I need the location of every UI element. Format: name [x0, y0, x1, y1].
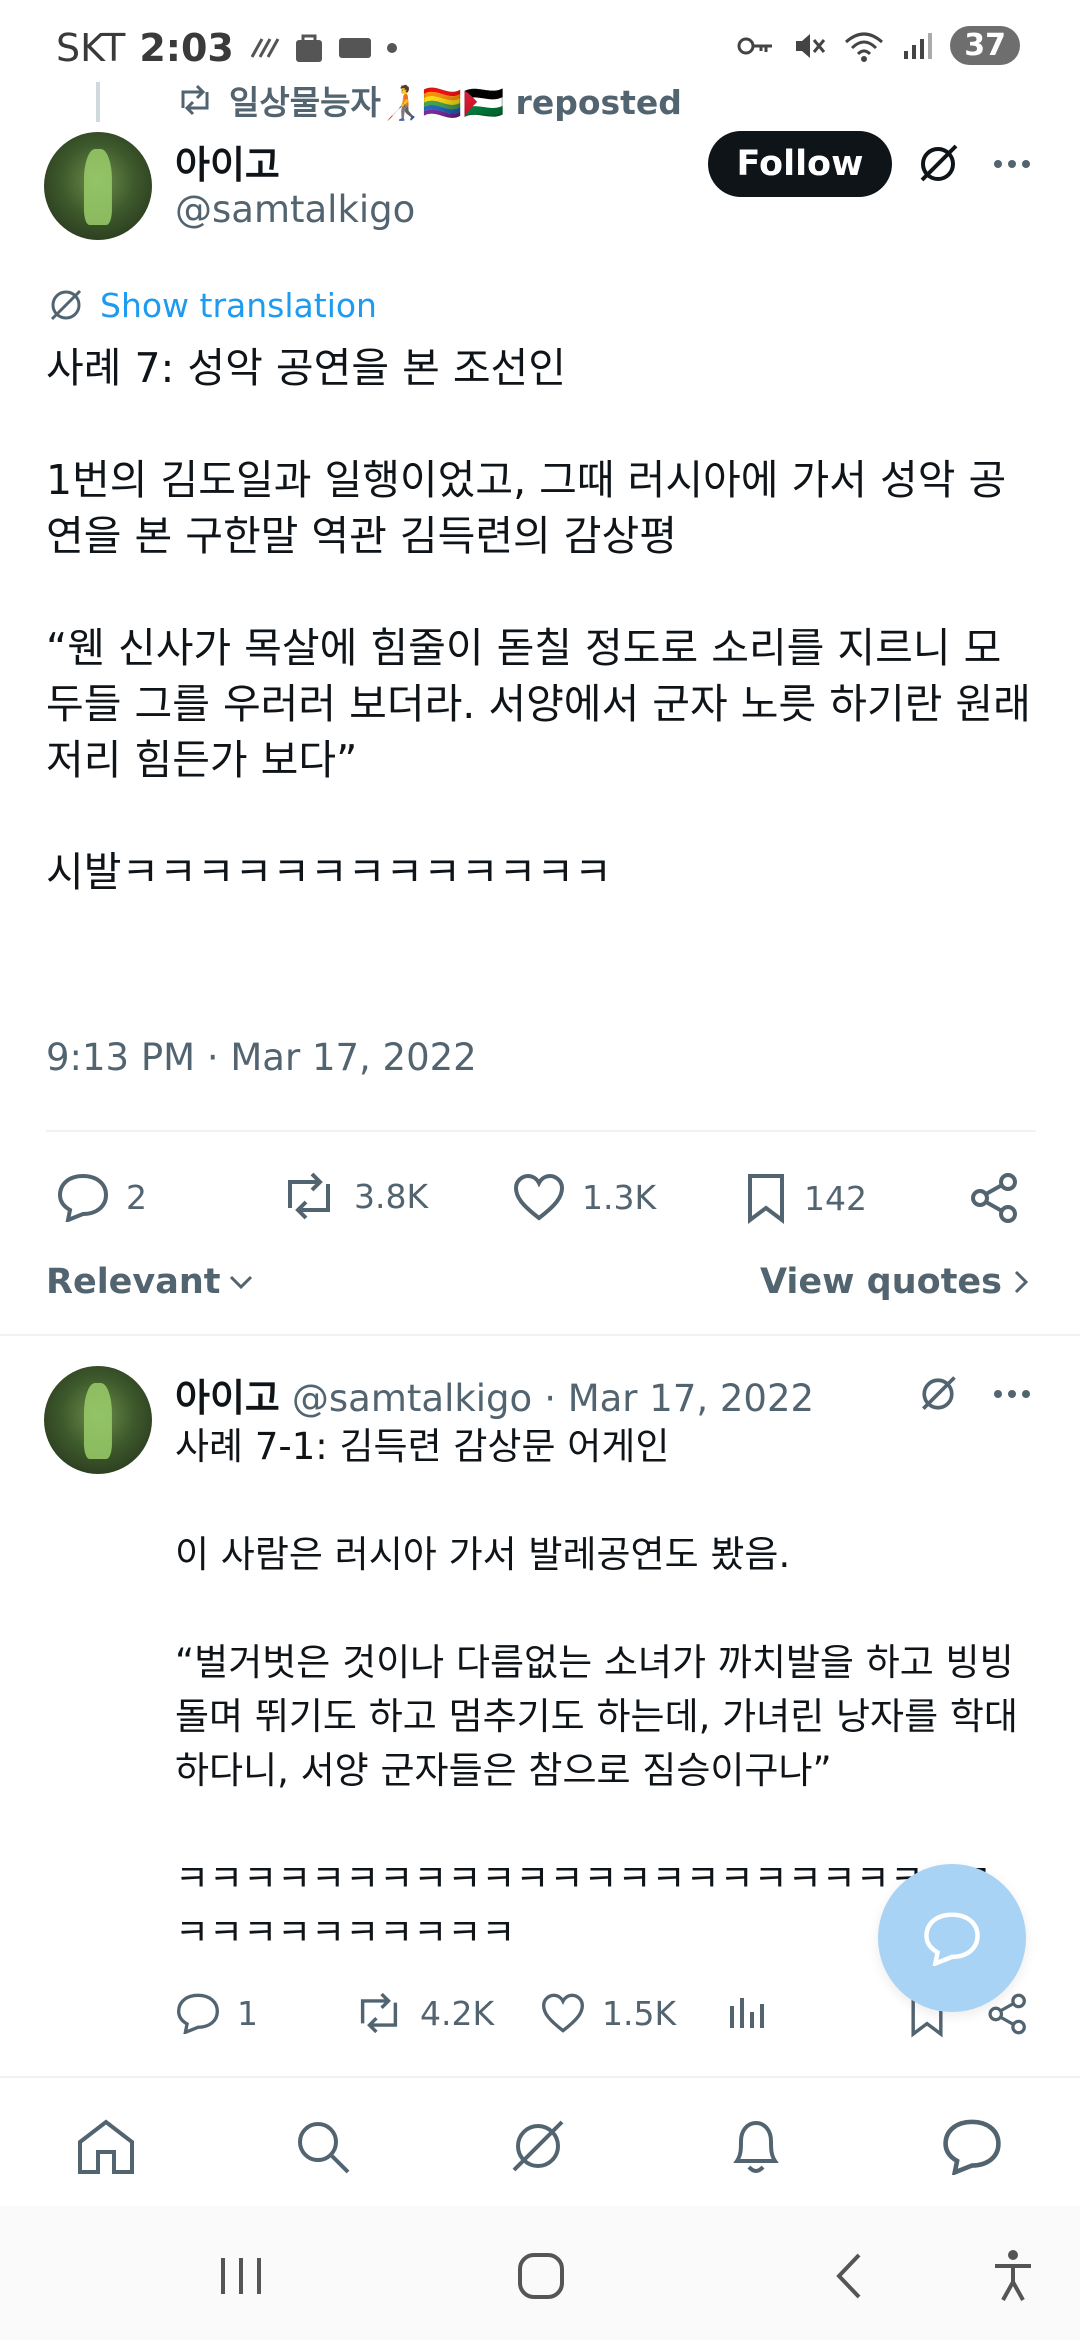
nav-grok[interactable]	[506, 2114, 570, 2178]
views-button[interactable]	[726, 1992, 766, 2032]
dot-icon	[386, 43, 397, 53]
show-translation-link[interactable]: Show translation	[46, 285, 377, 325]
grok-icon[interactable]	[916, 1372, 960, 1416]
status-left: SKT 2:03	[56, 26, 398, 70]
reply-date[interactable]: · Mar 17, 2022	[544, 1377, 814, 1420]
heart-icon	[541, 1993, 585, 2033]
repost-count: 3.8K	[354, 1176, 429, 1216]
repost-indicator[interactable]: 일상물능자🧑‍🦯🏳️‍🌈🇵🇸 reposted	[175, 76, 682, 124]
reply-count: 2	[126, 1177, 147, 1217]
repost-button[interactable]: 3.8K	[280, 1172, 428, 1220]
show-translation-label: Show translation	[100, 285, 377, 325]
repost-count: 4.2K	[420, 1993, 495, 2033]
share-icon	[971, 1173, 1017, 1223]
reply-avatar[interactable]	[44, 1366, 152, 1474]
divider	[46, 1130, 1036, 1132]
reply-button[interactable]: 2	[56, 1172, 147, 1222]
view-quotes-link[interactable]: View quotes	[760, 1262, 1030, 1302]
like-button[interactable]: 1.5K	[540, 1992, 676, 2034]
chevron-right-icon	[1014, 1270, 1029, 1294]
reply-author-name[interactable]: 아이고	[175, 1367, 280, 1422]
avatar[interactable]	[44, 132, 152, 240]
bell-icon	[733, 2120, 779, 2173]
avatar-figure	[83, 1383, 113, 1459]
grok-icon	[512, 2120, 564, 2172]
bag-icon	[295, 34, 322, 62]
home-circle-icon	[518, 2253, 564, 2299]
follow-button[interactable]: Follow	[708, 131, 892, 197]
repost-icon	[288, 1172, 330, 1220]
repost-icon	[181, 84, 209, 116]
system-navigation	[0, 2206, 1080, 2340]
back-icon	[836, 2253, 861, 2299]
news-icon	[338, 38, 371, 58]
nav-home[interactable]	[74, 2114, 138, 2178]
mute-icon	[796, 33, 826, 58]
divider	[0, 1334, 1080, 1336]
view-quotes-label: View quotes	[759, 1262, 1002, 1302]
like-button[interactable]: 1.3K	[512, 1172, 656, 1222]
thread-line	[96, 82, 100, 122]
translate-icon	[50, 289, 82, 321]
reply-icon	[57, 1173, 109, 1222]
accessibility-icon	[995, 2250, 1031, 2301]
reply-icon	[176, 1993, 220, 2034]
notification-icon	[250, 38, 280, 58]
status-right: 37	[736, 26, 1020, 65]
clock: 2:03	[139, 26, 234, 70]
notification-icons	[248, 32, 398, 64]
post-text: 사례 7: 성악 공연을 본 조선인 1번의 김도일과 일행이었고, 그때 러시…	[46, 344, 1031, 896]
author-handle[interactable]: @samtalkigo	[175, 188, 415, 231]
nav-messages[interactable]	[940, 2114, 1004, 2178]
nav-search[interactable]	[290, 2114, 354, 2178]
signal-icon	[904, 32, 933, 59]
more-options-icon[interactable]	[992, 154, 1032, 174]
repost-label: 일상물능자🧑‍🦯🏳️‍🌈🇵🇸 reposted	[229, 83, 682, 122]
reply-count: 1	[237, 1993, 258, 2033]
reply-icon	[924, 1912, 980, 1966]
home-icon	[78, 2119, 134, 2174]
post-actions: 2 3.8K 1.3K 142	[0, 1162, 1080, 1232]
share-button[interactable]	[968, 1172, 1022, 1224]
accessibility-button[interactable]	[986, 2246, 1040, 2306]
wifi-icon	[845, 32, 884, 62]
reply-author-handle[interactable]: @samtalkigo	[292, 1377, 532, 1420]
sort-relevant-dropdown[interactable]: Relevant	[46, 1262, 255, 1302]
like-count: 1.3K	[582, 1177, 657, 1217]
relevant-label: Relevant	[46, 1262, 221, 1302]
search-icon	[298, 2122, 350, 2174]
analytics-icon	[730, 1998, 764, 2028]
author-name[interactable]: 아이고	[175, 134, 280, 189]
chevron-down-icon	[229, 1275, 252, 1290]
repost-icon	[360, 1992, 398, 2034]
avatar-figure	[83, 149, 113, 225]
bookmark-button[interactable]: 142	[744, 1172, 867, 1224]
grok-icon[interactable]	[914, 140, 962, 188]
like-count: 1.5K	[602, 1993, 677, 2033]
reply-text: 사례 7-1: 김득련 감상문 어게인 이 사람은 러시아 가서 발레공연도 봤…	[175, 1425, 1018, 1954]
back-button[interactable]	[822, 2246, 876, 2306]
message-icon	[943, 2119, 1001, 2175]
battery-indicator: 37	[950, 26, 1020, 65]
key-icon	[737, 37, 773, 54]
nav-notifications[interactable]	[724, 2114, 788, 2178]
post-timestamp[interactable]: 9:13 PM · Mar 17, 2022	[46, 1036, 477, 1079]
bookmark-count: 142	[804, 1178, 867, 1218]
recent-apps-icon	[221, 2258, 261, 2294]
recent-apps-button[interactable]	[214, 2246, 268, 2306]
bottom-navigation	[0, 2076, 1080, 2206]
carrier-label: SKT	[56, 26, 126, 70]
reply-header: 아이고 @samtalkigo · Mar 17, 2022	[175, 1367, 814, 1422]
heart-icon	[513, 1173, 565, 1221]
repost-button[interactable]: 4.2K	[354, 1992, 494, 2034]
bookmark-icon	[748, 1174, 784, 1224]
reply-button[interactable]: 1	[175, 1992, 258, 2034]
home-system-button[interactable]	[514, 2246, 568, 2306]
more-options-icon[interactable]	[992, 1384, 1032, 1404]
compose-reply-fab[interactable]	[878, 1864, 1026, 2012]
